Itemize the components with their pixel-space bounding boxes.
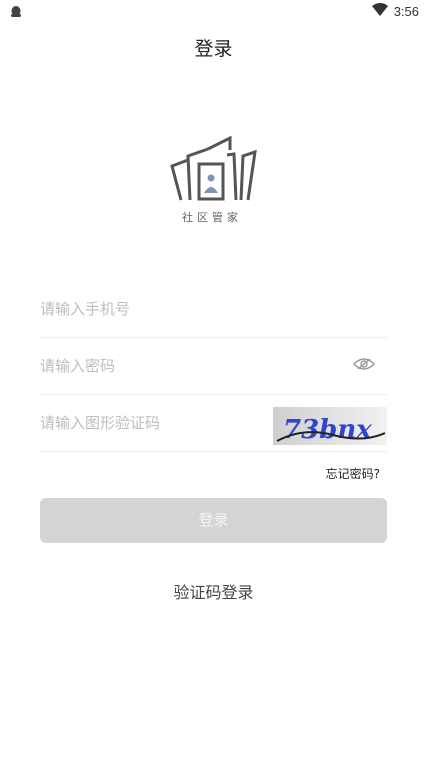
status-bar: 3:56 [0, 0, 427, 24]
wifi-icon [371, 3, 388, 19]
password-field [40, 338, 387, 395]
phone-field [40, 281, 387, 338]
phone-input[interactable] [40, 281, 340, 337]
notification-icon [9, 4, 23, 23]
forgot-password-link[interactable]: 忘记密码? [326, 465, 380, 482]
login-button[interactable]: 登录 [40, 498, 387, 543]
captcha-text: 73bnx [283, 415, 372, 445]
page-title: 登录 [194, 38, 233, 60]
captcha-field: 73bnx [40, 395, 387, 452]
eye-toggle-icon[interactable] [353, 356, 375, 376]
status-time: 3:56 [393, 3, 419, 19]
captcha-input[interactable] [40, 395, 260, 451]
sms-login-link[interactable]: 验证码登录 [0, 579, 427, 603]
logo-caption: 社区管家 [182, 211, 242, 224]
password-input[interactable] [40, 338, 340, 394]
captcha-image[interactable]: 73bnx [273, 407, 387, 445]
